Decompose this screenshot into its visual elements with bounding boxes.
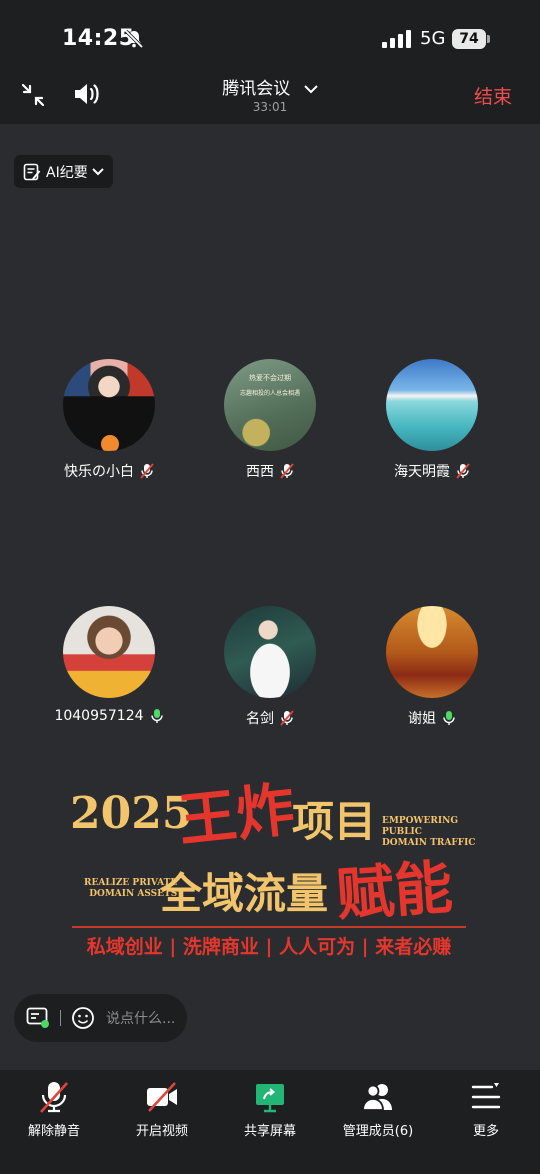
ai-note-icon: [23, 163, 41, 180]
participant-tile[interactable]: 热爱不会过期 志趣相投的人总会相遇 西西: [185, 359, 355, 481]
participant-tile[interactable]: 1040957124: [24, 606, 194, 724]
banner-slogan: 私域创业 | 洗牌商业 | 人人可为 | 来者必赚: [86, 936, 452, 958]
banner-headline-red: 王炸: [175, 775, 298, 855]
avatar: [63, 359, 155, 451]
participant-name: 快乐の小白: [64, 464, 134, 480]
more-menu-icon: [471, 1083, 501, 1109]
meeting-title[interactable]: 腾讯会议: [0, 74, 540, 99]
divider: [60, 1010, 61, 1026]
banner-english-line: EMPOWERING PUBLIC: [382, 816, 458, 837]
status-bar: 14:25 5G 74: [0, 0, 540, 70]
promo-banner: 2025 王炸 项目 EMPOWERING PUBLIC DOMAIN TRAF…: [60, 760, 480, 960]
participant-tile[interactable]: 快乐の小白: [24, 359, 194, 481]
ai-summary-label: AI纪要: [46, 164, 88, 181]
share-screen-label: 共享屏幕: [243, 1124, 296, 1139]
mic-muted-icon: [456, 463, 470, 479]
mic-on-icon: [150, 709, 163, 723]
signal-icon: [382, 30, 411, 48]
battery-tip: [487, 35, 490, 43]
chevron-down-icon: [92, 167, 104, 175]
participant-name: 海天明霞: [394, 464, 450, 480]
avatar: [224, 606, 316, 698]
end-meeting-button[interactable]: 结束: [474, 82, 512, 109]
mic-on-icon: [443, 711, 455, 725]
mic-muted-icon: [280, 463, 294, 479]
unmute-label: 解除静音: [27, 1124, 80, 1139]
members-icon: [362, 1084, 392, 1111]
banner-subheadline: 全域流量: [160, 869, 329, 918]
host-badge-icon: [101, 435, 119, 451]
banner-subheadline-red: 赋能: [334, 853, 455, 929]
participant-name: 谢姐: [408, 711, 436, 727]
emoji-icon[interactable]: [71, 1006, 95, 1030]
banner-headline-gold: 项目: [292, 797, 377, 846]
manage-members-label: 管理成员(6): [342, 1124, 414, 1139]
camera-off-icon: [147, 1082, 177, 1112]
participant-name: 名剑: [246, 711, 274, 727]
participant-name: 1040957124: [54, 708, 144, 724]
avatar-text: 志趣相投的人总会相遇: [239, 390, 300, 397]
participant-name: 西西: [246, 464, 274, 480]
more-button[interactable]: 更多: [432, 1076, 540, 1139]
captions-icon[interactable]: [26, 1007, 50, 1029]
bottom-toolbar: 解除静音 开启视频 共享屏幕 管理成员(6) 更多: [0, 1070, 540, 1174]
start-video-button[interactable]: 开启视频: [108, 1076, 216, 1139]
ai-summary-button[interactable]: AI纪要: [14, 155, 113, 188]
avatar: [386, 359, 478, 451]
meeting-header: 腾讯会议 33:01 结束: [0, 70, 540, 124]
avatar: [63, 606, 155, 698]
start-video-label: 开启视频: [135, 1124, 188, 1139]
bell-muted-icon: [124, 29, 144, 49]
participant-tile[interactable]: 名剑: [185, 606, 355, 728]
avatar: [386, 606, 478, 698]
banner-year: 2025: [70, 788, 193, 839]
chat-bar[interactable]: 说点什么...: [14, 994, 187, 1042]
share-screen-icon: [256, 1084, 284, 1113]
mic-muted-icon: [280, 710, 294, 726]
avatar-text: 热爱不会过期: [249, 374, 291, 382]
more-label: 更多: [472, 1124, 499, 1139]
participant-tile[interactable]: 海天明霞: [347, 359, 517, 481]
banner-divider: [72, 926, 466, 928]
participant-tile[interactable]: 谢姐: [347, 606, 517, 728]
meeting-title-label: 腾讯会议: [222, 79, 291, 99]
mic-muted-icon: [40, 1082, 68, 1113]
avatar: 热爱不会过期 志趣相投的人总会相遇: [224, 359, 316, 451]
network-type: 5G: [420, 28, 446, 49]
unmute-button[interactable]: 解除静音: [0, 1076, 108, 1139]
chat-input[interactable]: 说点什么...: [106, 1008, 175, 1028]
meeting-duration: 33:01: [252, 100, 288, 114]
chevron-down-icon: [303, 85, 318, 94]
manage-members-button[interactable]: 管理成员(6): [324, 1076, 432, 1139]
battery-indicator: 74: [452, 29, 486, 49]
share-screen-button[interactable]: 共享屏幕: [216, 1076, 324, 1139]
mic-muted-icon: [140, 463, 154, 479]
